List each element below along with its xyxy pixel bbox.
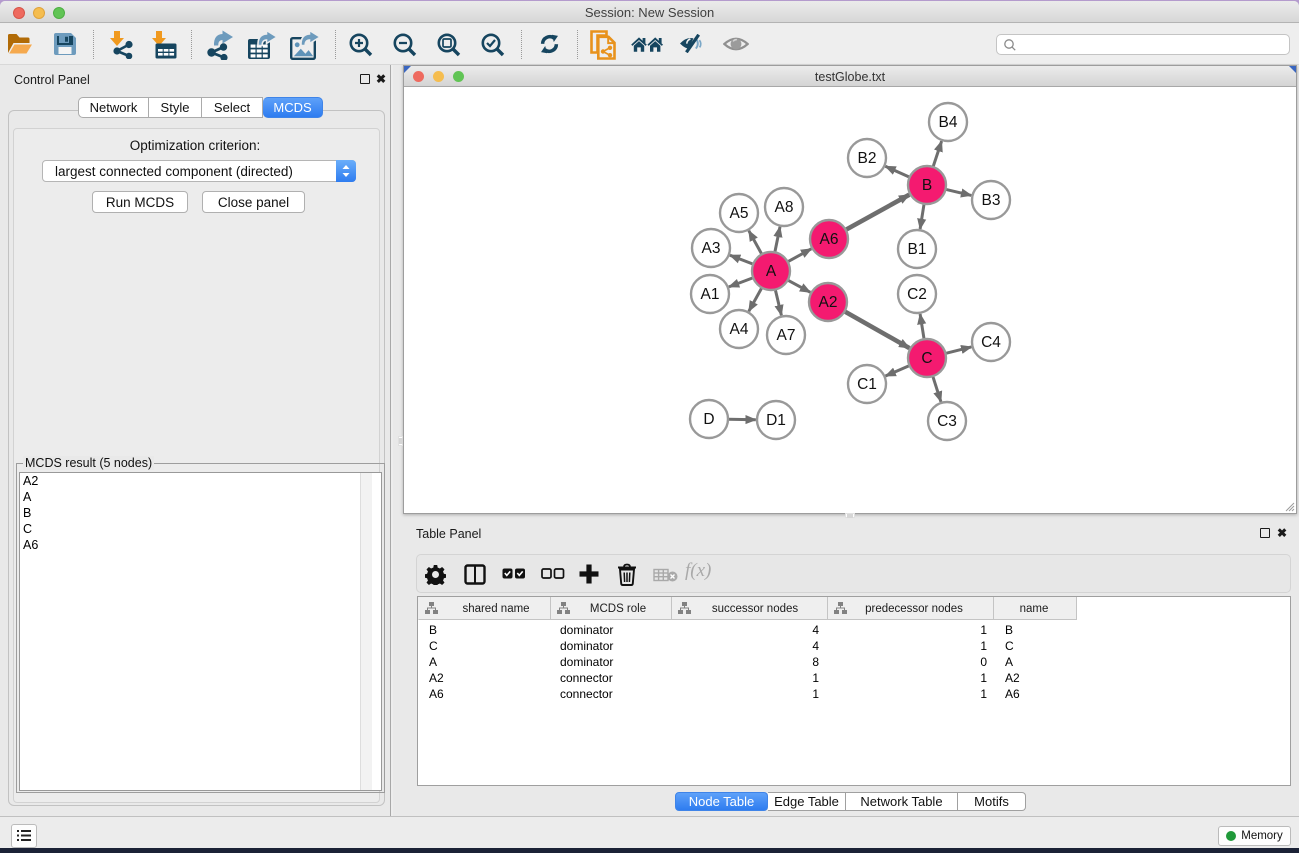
svg-text:A6: A6 (1005, 687, 1020, 701)
svg-text:4: 4 (812, 623, 819, 637)
svg-text:A: A (1005, 655, 1013, 669)
svg-text:8: 8 (812, 655, 819, 669)
svg-text:A: A (766, 263, 777, 280)
svg-text:B4: B4 (939, 114, 958, 131)
svg-text:A6: A6 (429, 687, 444, 701)
svg-text:1: 1 (980, 639, 987, 653)
svg-text:B1: B1 (908, 241, 927, 258)
svg-text:4: 4 (812, 639, 819, 653)
svg-text:A2: A2 (1005, 671, 1020, 685)
svg-text:dominator: dominator (560, 623, 613, 637)
svg-text:dominator: dominator (560, 639, 613, 653)
svg-text:MCDS role: MCDS role (590, 603, 646, 615)
svg-text:B: B (429, 623, 437, 637)
svg-text:A1: A1 (701, 286, 720, 303)
svg-text:D: D (703, 411, 714, 428)
svg-text:1: 1 (980, 687, 987, 701)
svg-text:C: C (921, 350, 932, 367)
svg-text:C: C (1005, 639, 1014, 653)
svg-text:1: 1 (980, 671, 987, 685)
svg-text:C4: C4 (981, 334, 1001, 351)
svg-text:B3: B3 (982, 192, 1001, 209)
svg-text:connector: connector (560, 687, 613, 701)
svg-text:A2: A2 (429, 671, 444, 685)
svg-text:A8: A8 (775, 199, 794, 216)
svg-text:A7: A7 (777, 327, 796, 344)
svg-text:connector: connector (560, 671, 613, 685)
svg-text:successor nodes: successor nodes (712, 603, 799, 615)
svg-text:A: A (429, 655, 437, 669)
svg-text:C1: C1 (857, 376, 877, 393)
svg-text:predecessor nodes: predecessor nodes (865, 603, 963, 615)
svg-text:C3: C3 (937, 413, 957, 430)
svg-text:B2: B2 (858, 150, 877, 167)
svg-text:B: B (922, 177, 932, 194)
svg-text:A5: A5 (730, 205, 749, 222)
svg-text:name: name (1020, 603, 1049, 615)
svg-text:shared name: shared name (462, 603, 529, 615)
svg-text:0: 0 (980, 655, 987, 669)
svg-text:D1: D1 (766, 412, 786, 429)
svg-text:1: 1 (812, 671, 819, 685)
svg-text:C: C (429, 639, 438, 653)
svg-text:B: B (1005, 623, 1013, 637)
svg-text:C2: C2 (907, 286, 927, 303)
svg-text:A2: A2 (819, 294, 838, 311)
svg-text:1: 1 (980, 623, 987, 637)
svg-text:A3: A3 (702, 240, 721, 257)
svg-text:dominator: dominator (560, 655, 613, 669)
svg-text:A4: A4 (730, 321, 749, 338)
svg-text:A6: A6 (820, 231, 839, 248)
svg-text:1: 1 (812, 687, 819, 701)
